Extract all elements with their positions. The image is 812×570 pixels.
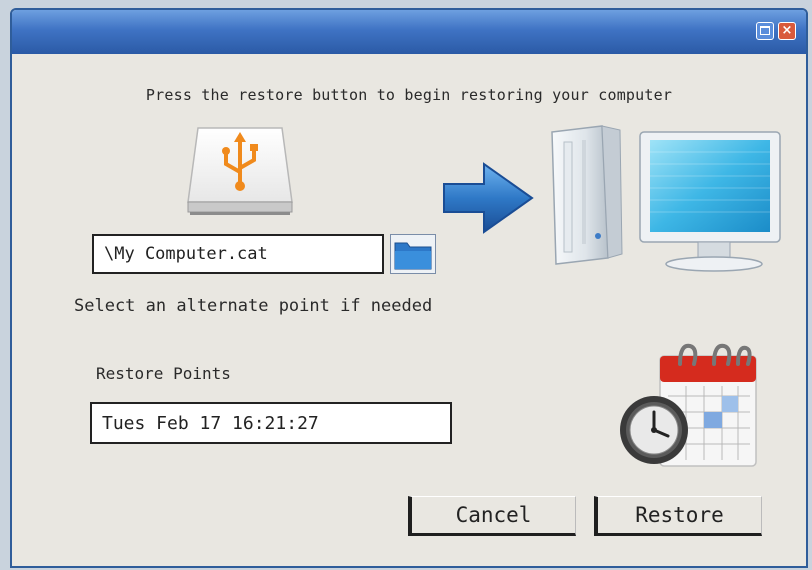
instruction-text: Press the restore button to begin restor… bbox=[145, 86, 673, 104]
close-button[interactable]: × bbox=[778, 22, 796, 40]
backup-file-field[interactable]: \My Computer.cat bbox=[92, 234, 384, 274]
usb-drive-icon bbox=[187, 127, 293, 215]
maximize-icon bbox=[760, 26, 770, 35]
restore-dialog: × Press the restore button to begin rest… bbox=[10, 8, 808, 568]
computer-icon bbox=[551, 125, 781, 272]
title-bar[interactable]: × bbox=[12, 10, 806, 54]
close-icon: × bbox=[781, 23, 793, 38]
alternate-point-hint: Select an alternate point if needed bbox=[74, 296, 433, 316]
calendar-clock-icon bbox=[620, 343, 757, 467]
browse-button[interactable] bbox=[390, 234, 436, 274]
restore-button[interactable]: Restore bbox=[594, 496, 762, 536]
maximize-button[interactable] bbox=[756, 22, 774, 40]
cancel-button[interactable]: Cancel bbox=[408, 496, 576, 536]
restore-point-field[interactable]: Tues Feb 17 16:21:27 bbox=[90, 402, 452, 444]
arrow-right-icon bbox=[443, 162, 534, 234]
restore-points-label: Restore Points bbox=[96, 364, 231, 383]
folder-icon bbox=[394, 242, 432, 270]
